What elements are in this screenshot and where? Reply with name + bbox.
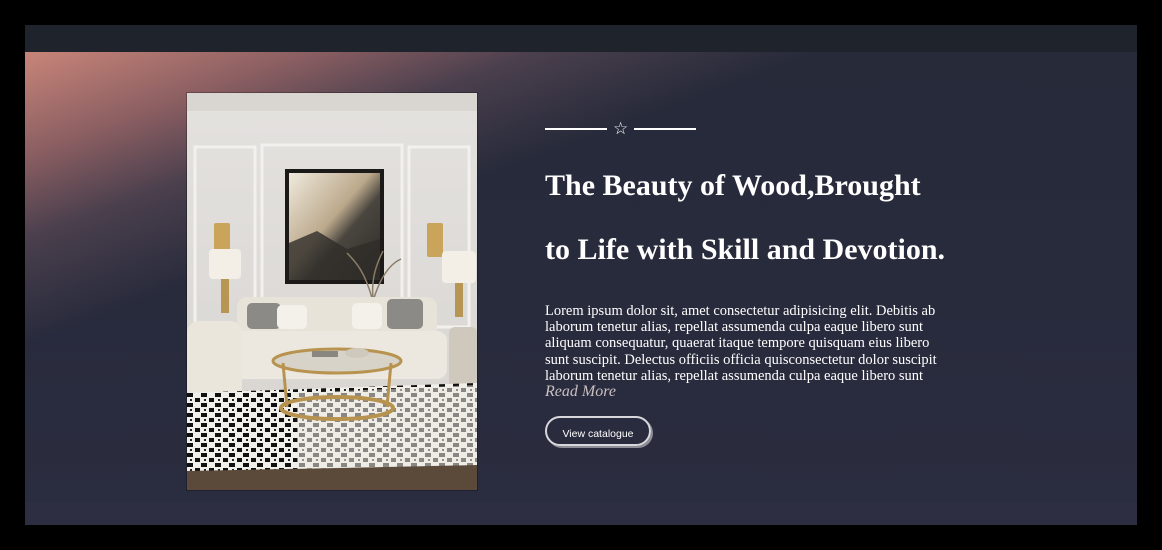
read-more-link[interactable]: Read More (545, 383, 616, 400)
divider-line-left (545, 128, 607, 130)
page-viewport: ☆ The Beauty of Wood,Brought to Life wit… (25, 25, 1137, 525)
divider-line-right (634, 128, 697, 130)
ornament-divider: ☆ (545, 117, 1015, 141)
hero-description: Lorem ipsum dolor sit, amet consectetur … (545, 303, 955, 400)
headline-line-1: The Beauty of Wood,Brought (545, 169, 921, 202)
next-section-edge (25, 502, 1137, 525)
headline-line-2: to Life with Skill and Devotion. (545, 233, 946, 266)
description-text: Lorem ipsum dolor sit, amet consectetur … (545, 303, 937, 384)
hero-headline: The Beauty of Wood,Brought to Life with … (545, 154, 1015, 282)
view-catalogue-button[interactable]: View catalogue (545, 416, 651, 447)
previous-section-edge (25, 25, 1137, 52)
star-outline-icon: ☆ (613, 118, 629, 139)
living-room-photo (187, 93, 477, 490)
hero-section: ☆ The Beauty of Wood,Brought to Life wit… (25, 52, 1137, 502)
hero-content: ☆ The Beauty of Wood,Brought to Life wit… (545, 117, 1015, 447)
